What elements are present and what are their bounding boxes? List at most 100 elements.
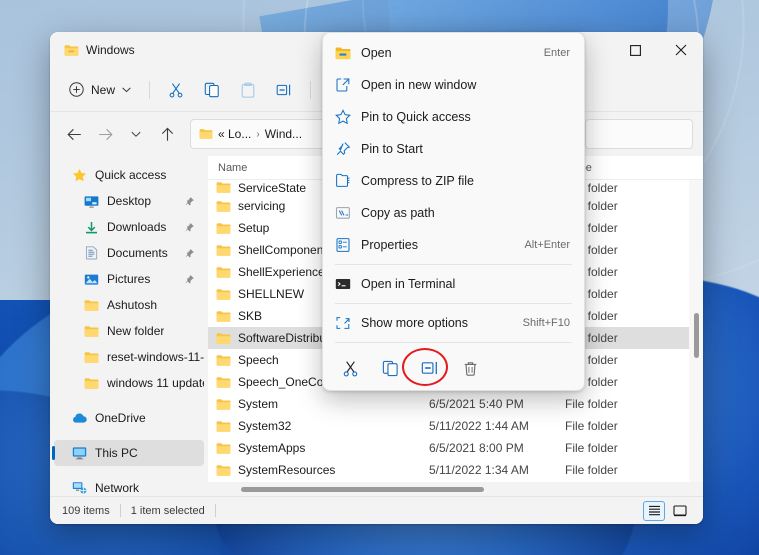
sidebar-item-quick-access[interactable]: Quick access	[54, 162, 204, 188]
rename-button[interactable]	[413, 353, 447, 383]
file-name-label: System	[238, 397, 279, 411]
menu-item-icon	[335, 46, 361, 60]
sidebar-item-ashutosh[interactable]: Ashutosh	[54, 292, 204, 318]
forward-button[interactable]	[91, 120, 119, 148]
pin-icon[interactable]	[184, 274, 195, 285]
file-name-cell[interactable]: SystemApps	[216, 441, 421, 455]
search-input[interactable]	[585, 119, 693, 149]
sidebar-item-pictures[interactable]: Pictures	[54, 266, 204, 292]
selection-label: 1 item selected	[130, 504, 205, 517]
pin-icon[interactable]	[184, 248, 195, 259]
details-view-button[interactable]	[643, 500, 665, 521]
sidebar-item-label: This PC	[95, 446, 138, 460]
menu-item-label: Show more options	[361, 316, 469, 330]
file-name-label: SystemResources	[238, 463, 336, 477]
sidebar-item-documents[interactable]: Documents	[54, 240, 204, 266]
file-type-cell: File folder	[565, 419, 618, 433]
table-row[interactable]: SystemApps 6/5/2021 8:00 PM File folder	[208, 437, 703, 459]
star-outline-icon	[335, 109, 351, 125]
menu-item-pin-to-start[interactable]: Pin to Start	[327, 133, 580, 165]
file-name-cell[interactable]: SystemResources	[216, 463, 421, 477]
menu-item-icon	[335, 77, 361, 93]
document-icon	[84, 246, 99, 260]
menu-item-show-more-options[interactable]: Show more options Shift+F10	[327, 307, 580, 339]
copy-button[interactable]	[195, 75, 229, 105]
sidebar-item-label: OneDrive	[95, 411, 146, 425]
nav-group-gap	[50, 431, 208, 440]
cut-button[interactable]	[159, 75, 193, 105]
sidebar-item-desktop[interactable]: Desktop	[54, 188, 204, 214]
sidebar-item-network[interactable]: Network	[54, 475, 204, 496]
scissors-icon	[342, 360, 359, 377]
sidebar-item-label: Ashutosh	[107, 298, 158, 312]
sidebar-item-label: windows 11 update	[107, 376, 204, 390]
item-count-label: 109 items	[62, 504, 110, 517]
menu-item-label: Open in new window	[361, 78, 477, 92]
explorer-tab[interactable]: Windows	[50, 43, 135, 57]
menu-item-label: Pin to Quick access	[361, 110, 471, 124]
paste-button[interactable]	[231, 75, 265, 105]
details-view-icon	[648, 505, 661, 516]
file-name-cell[interactable]: System32	[216, 419, 421, 433]
folder-icon	[84, 299, 99, 312]
table-row[interactable]: SystemResources 5/11/2022 1:34 AM File f…	[208, 459, 703, 481]
vertical-scrollbar[interactable]	[689, 180, 703, 482]
new-button-label: New	[91, 82, 116, 97]
sidebar-item-downloads[interactable]: Downloads	[54, 214, 204, 240]
folder-icon	[216, 464, 231, 477]
nav-group-gap	[50, 396, 208, 405]
large-icons-view-button[interactable]	[669, 501, 691, 521]
folder-icon	[216, 266, 231, 279]
vertical-scrollbar-thumb[interactable]	[694, 312, 699, 359]
copy-icon	[204, 82, 220, 98]
sidebar-item-this-pc[interactable]: This PC	[52, 440, 204, 466]
back-button[interactable]	[60, 120, 88, 148]
table-row[interactable]: System 6/5/2021 5:40 PM File folder	[208, 393, 703, 415]
sidebar-item-reset-windows-11-s[interactable]: reset-windows-11-s	[54, 344, 204, 370]
menu-item-copy-as-path[interactable]: Copy as path	[327, 197, 580, 229]
sidebar-item-windows-11-update[interactable]: windows 11 update	[54, 370, 204, 396]
new-button[interactable]: New	[60, 75, 140, 105]
menu-item-icon	[335, 109, 361, 125]
horizontal-scrollbar[interactable]	[208, 482, 703, 496]
menu-item-open-in-new-window[interactable]: Open in new window	[327, 69, 580, 101]
this-pc-icon	[72, 446, 87, 460]
menu-item-properties[interactable]: Properties Alt+Enter	[327, 229, 580, 261]
view-switcher	[643, 500, 691, 521]
large-icons-view-icon	[673, 504, 687, 517]
menu-item-accelerator: Shift+F10	[522, 317, 570, 329]
cloud-icon	[72, 412, 87, 425]
cut-button[interactable]	[333, 353, 367, 383]
sidebar-item-new-folder[interactable]: New folder	[54, 318, 204, 344]
pin-icon[interactable]	[184, 196, 195, 207]
horizontal-scrollbar-thumb[interactable]	[240, 486, 484, 492]
folder-icon	[216, 420, 231, 433]
rename-button[interactable]	[267, 75, 301, 105]
folder-icon	[216, 376, 231, 389]
folder-icon	[216, 354, 231, 367]
breadcrumb-overflow[interactable]: « Lo...	[218, 127, 251, 141]
table-row[interactable]: System32 5/11/2022 1:44 AM File folder	[208, 415, 703, 437]
menu-item-compress-to-zip-file[interactable]: Compress to ZIP file	[327, 165, 580, 197]
file-name-cell[interactable]: System	[216, 397, 421, 411]
pin-icon	[335, 141, 351, 157]
menu-item-open-in-terminal[interactable]: Open in Terminal	[327, 268, 580, 300]
properties-icon	[335, 237, 351, 253]
delete-button[interactable]	[453, 353, 487, 383]
menu-item-pin-to-quick-access[interactable]: Pin to Quick access	[327, 101, 580, 133]
menu-item-open[interactable]: Open Enter	[327, 37, 580, 69]
menu-item-icon	[335, 276, 361, 292]
chevron-down-icon	[122, 87, 131, 93]
folder-icon	[216, 398, 231, 411]
sidebar-item-onedrive[interactable]: OneDrive	[54, 405, 204, 431]
copy-button[interactable]	[373, 353, 407, 383]
plus-circle-icon	[69, 82, 84, 97]
pin-icon[interactable]	[184, 222, 195, 233]
maximize-button[interactable]	[613, 32, 658, 68]
sidebar-item-label: Quick access	[95, 168, 167, 182]
up-button[interactable]	[153, 120, 181, 148]
menu-item-icon	[335, 237, 361, 253]
breadcrumb-windows[interactable]: Wind...	[265, 127, 302, 141]
recent-locations-button[interactable]	[122, 120, 150, 148]
close-button[interactable]	[658, 32, 703, 68]
